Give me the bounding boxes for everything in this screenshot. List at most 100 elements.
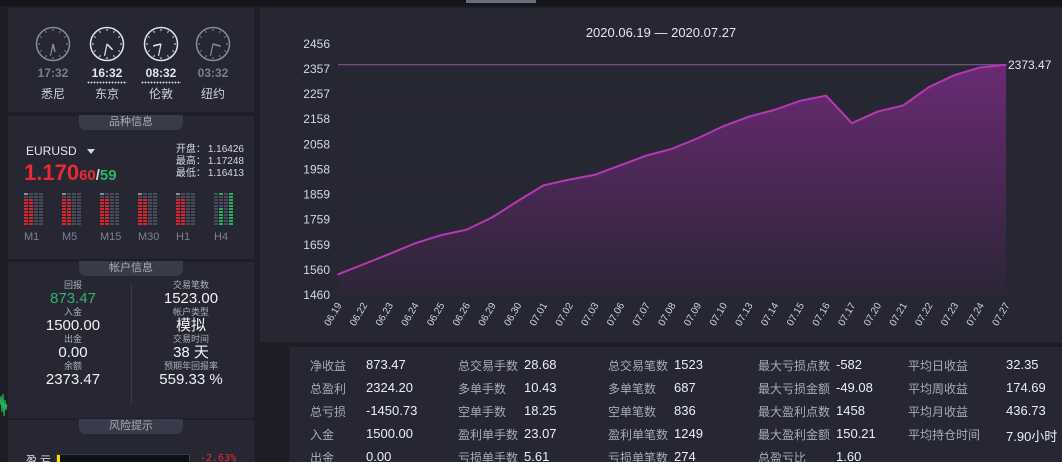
panel-title-symbol: 品种信息 [79, 115, 183, 130]
x-tick-label: 06.25 [425, 301, 447, 329]
data-point [876, 110, 879, 113]
data-point [645, 154, 648, 157]
data-point [696, 137, 699, 140]
account-column-left: 回报 873.47 入金 1500.00 出金 0.00 余额 2373.47 [18, 280, 128, 388]
timeframe-m1[interactable]: M1 [24, 193, 52, 243]
timeframe-m15[interactable]: M15 [100, 193, 128, 243]
stats-value: -1450.73 [366, 403, 418, 418]
timeframe-h4[interactable]: H4 [214, 193, 242, 243]
data-point [362, 263, 365, 266]
x-tick-label: 07.23 [939, 301, 961, 329]
stats-value: 5.61 [524, 449, 550, 462]
stats-value: 18.25 [524, 403, 557, 418]
data-point [594, 173, 596, 176]
y-tick-label: 2456 [303, 37, 330, 51]
stats-value: 274 [674, 449, 696, 462]
x-tick-label: 06.23 [374, 301, 396, 329]
data-point [902, 104, 905, 107]
account-key: 预期年回报率 [163, 361, 218, 371]
clock-active-dots [141, 81, 181, 84]
chevron-down-icon[interactable] [87, 149, 95, 154]
y-tick-label: 2357 [303, 62, 330, 76]
risk-value: -2.63% [200, 453, 237, 462]
stats-value: 687 [674, 380, 696, 395]
timeframe-label: H1 [176, 231, 191, 243]
active-tab-indicator[interactable] [466, 0, 536, 3]
y-tick-label: 1759 [303, 213, 330, 227]
stats-value: 1458 [836, 403, 865, 418]
price-main: 1.170 [24, 160, 80, 185]
x-tick-label: 06.22 [348, 301, 370, 329]
account-key: 交易笔数 [172, 280, 209, 290]
account-value: 1523.00 [163, 290, 219, 307]
x-tick-label: 07.13 [734, 301, 756, 329]
x-tick-label: 07.01 [528, 301, 550, 329]
x-tick-label: 07.20 [862, 301, 884, 329]
y-tick-label: 1560 [303, 263, 330, 277]
account-key: 出金 [63, 334, 82, 344]
data-point [953, 74, 956, 76]
account-key: 余额 [63, 361, 82, 371]
stats-value: 28.68 [524, 357, 557, 372]
timeframe-h1[interactable]: H1 [176, 193, 204, 243]
account-key: 回报 [63, 280, 82, 290]
signal-meter [100, 193, 128, 227]
high-value: 1.17248 [207, 156, 244, 167]
symbol-name[interactable]: EURUSD [26, 144, 77, 158]
clock-active-dots [87, 81, 127, 84]
signal-meter [214, 193, 242, 227]
timeframe-m5[interactable]: M5 [62, 193, 90, 243]
last-value-label: 2373.47 [1008, 58, 1052, 72]
clock-icon [35, 26, 71, 62]
data-point [979, 66, 982, 69]
stats-value: 10.43 [524, 380, 557, 395]
equity-chart-plot[interactable]: 1460 1560 1659 1759 1859 1958 2058 2158 2257 2357… [260, 8, 1062, 342]
stats-key: 亏损单笔数 [608, 451, 669, 462]
x-tick-label: 06.19 [323, 301, 345, 329]
stats-value: 1523 [674, 357, 703, 372]
clock-time: 16:32 [91, 66, 123, 80]
data-point [568, 178, 571, 181]
top-bar [0, 0, 1062, 6]
stats-key: 空单手数 [458, 405, 507, 419]
timeframe-m30[interactable]: M30 [138, 193, 166, 243]
account-value: 模拟 [175, 317, 206, 334]
stats-key: 平均持仓时间 [908, 428, 981, 442]
stats-key: 总盈亏比 [758, 451, 807, 462]
data-point [799, 99, 802, 102]
stats-key: 空单笔数 [608, 405, 657, 419]
clock-0: 17:32 悉尼 [30, 26, 76, 102]
panel-title-account: 帐户信息 [79, 261, 183, 276]
clock-time: 08:32 [145, 66, 177, 80]
stats-value: 1249 [674, 426, 703, 441]
x-tick-label: 07.16 [811, 301, 833, 329]
stats-key: 亏损单手数 [458, 451, 519, 462]
signal-meter [138, 193, 166, 227]
timeframe-label: M30 [138, 231, 160, 243]
account-key: 入金 [63, 307, 82, 317]
x-tick-label: 06.29 [477, 301, 499, 329]
data-point [671, 148, 673, 150]
x-tick-label: 07.24 [965, 301, 987, 329]
y-tick-label: 1460 [303, 288, 330, 302]
data-point [388, 253, 391, 255]
price-bid-digits: 60 [79, 167, 96, 184]
stats-key: 平均周收益 [908, 382, 969, 396]
equity-chart: 2020.06.19 — 2020.07.27 1460 1560 1659 1759… [260, 8, 1062, 342]
account-value: 1500.00 [45, 317, 101, 334]
x-tick-label: 07.08 [657, 301, 679, 329]
data-point [439, 234, 442, 237]
risk-label: 盈亏 [26, 455, 54, 462]
account-value: 873.47 [50, 290, 96, 307]
signal-meter [176, 193, 204, 227]
stats-value: 0.00 [366, 449, 392, 462]
y-tick-label: 2257 [303, 87, 330, 101]
x-tick-label: 06.26 [451, 301, 473, 329]
stats-value: 32.35 [1006, 357, 1039, 372]
stats-key: 平均月收益 [908, 405, 969, 419]
x-tick-label: 07.06 [605, 301, 627, 329]
stats-key: 最大盈利金额 [758, 428, 831, 442]
stats-value: -582 [836, 357, 863, 372]
equity-area [338, 64, 1006, 295]
stats-value: 23.07 [524, 426, 557, 441]
